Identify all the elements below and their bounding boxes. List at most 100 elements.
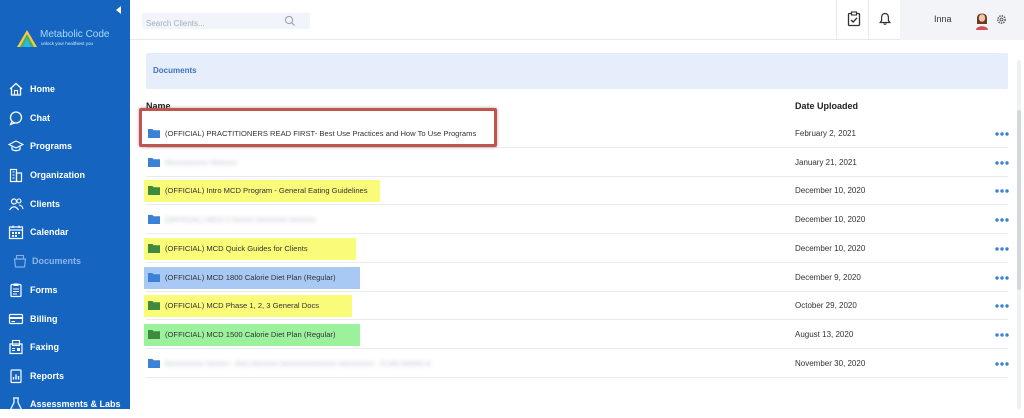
date-uploaded: December 10, 2020 xyxy=(795,186,866,196)
date-uploaded: January 21, 2021 xyxy=(795,157,857,167)
date-uploaded: December 10, 2020 xyxy=(795,243,866,253)
bell-icon[interactable] xyxy=(877,11,893,27)
document-name[interactable]: (OFFICIAL) MCD Quick Guides for Clients xyxy=(165,244,308,253)
folder-icon xyxy=(148,358,160,368)
document-icon xyxy=(13,254,27,268)
folder-icon xyxy=(148,157,160,167)
logo-mark-icon xyxy=(17,30,37,47)
sidebar-item-label: Reports xyxy=(30,371,65,381)
search-icon[interactable] xyxy=(284,15,296,27)
date-uploaded: December 9, 2020 xyxy=(795,272,861,282)
table-row[interactable]: Nnnnnnnnn Nnnnn - Nnn Nnnnnn Nnnnnnnnnnn… xyxy=(146,349,1009,378)
folder-icon xyxy=(148,186,160,196)
more-options-icon[interactable] xyxy=(995,304,1009,308)
tasks-checkbox-icon[interactable] xyxy=(846,11,862,27)
sidebar-item-home[interactable]: Home xyxy=(0,75,130,103)
document-name[interactable]: (OFFICIAL) MCD 1800 Calorie Diet Plan (R… xyxy=(165,273,336,282)
column-header-date-uploaded[interactable]: Date Uploaded xyxy=(795,101,858,111)
flask-icon xyxy=(9,397,23,411)
date-uploaded: October 29, 2020 xyxy=(795,301,857,311)
sidebar-item-label: Faxing xyxy=(30,342,60,352)
graduation-cap-icon xyxy=(8,140,24,152)
table-row[interactable]: (OFFICIAL) MCD Phase 1, 2, 3 General Doc… xyxy=(144,291,1009,321)
sidebar-item-label: Forms xyxy=(30,285,58,295)
callout-highlight-box xyxy=(139,108,497,147)
table-row[interactable]: (OFFICIAL) MCD Quick Guides for Clients D… xyxy=(144,234,1009,263)
people-icon xyxy=(9,198,24,211)
sidebar-item-billing[interactable]: Billing xyxy=(0,305,130,333)
document-name[interactable]: (OFFICIAL) MCD Phase 1, 2, 3 General Doc… xyxy=(165,301,319,310)
user-menu[interactable]: Inna xyxy=(900,0,1024,40)
sidebar-item-label: Chat xyxy=(30,113,50,123)
documents-header-title: Documents xyxy=(153,66,197,75)
document-name[interactable]: Nnnnnnnnn Nnnnn - Nnn Nnnnnn Nnnnnnnnnnn… xyxy=(165,359,431,368)
more-options-icon[interactable] xyxy=(995,132,1009,136)
folder-icon xyxy=(148,243,160,253)
collapse-sidebar-icon[interactable] xyxy=(116,6,121,14)
topbar-divider xyxy=(836,0,837,40)
topbar: Inna xyxy=(130,0,1024,40)
chat-icon xyxy=(9,111,23,126)
folder-icon xyxy=(148,329,160,339)
more-options-icon[interactable] xyxy=(995,160,1009,165)
table-row[interactable]: (OFFICIAL) Intro MCD Program - General E… xyxy=(144,176,1009,206)
documents-header: Documents xyxy=(146,53,1008,89)
more-options-icon[interactable] xyxy=(995,275,1009,280)
sidebar-item-label: Organization xyxy=(30,170,86,180)
clipboard-icon xyxy=(10,283,22,298)
avatar[interactable] xyxy=(974,10,990,30)
documents-panel: Documents Name Date Uploaded (OFFICIAL) … xyxy=(130,40,1024,409)
date-uploaded: December 10, 2020 xyxy=(795,215,866,225)
scrollbar[interactable] xyxy=(1017,60,1021,409)
sidebar-item-forms[interactable]: Forms xyxy=(0,276,130,304)
sidebar-item-chat[interactable]: Chat xyxy=(0,104,130,132)
sidebar-item-label: Documents xyxy=(32,256,82,266)
sidebar-item-label: Calendar xyxy=(30,227,69,237)
document-name[interactable]: Nnnnnnnnnn Nnnnnn xyxy=(165,158,237,167)
search-input[interactable] xyxy=(142,15,282,32)
gear-icon[interactable] xyxy=(996,14,1007,25)
sidebar-item-reports[interactable]: Reports xyxy=(0,362,130,390)
date-uploaded: August 13, 2020 xyxy=(795,329,854,339)
folder-icon xyxy=(148,301,160,311)
more-options-icon[interactable] xyxy=(995,247,1009,251)
folder-icon xyxy=(148,215,160,225)
sidebar: Metabolic Code unlock your healthiest yo… xyxy=(0,0,130,411)
sidebar-item-organization[interactable]: Organization xyxy=(0,161,130,189)
more-options-icon[interactable] xyxy=(995,218,1009,222)
document-name[interactable]: (OFFICIAL) MCD 5 Nnnnn Nnnnnnn Nnnnnn xyxy=(165,215,316,224)
more-options-icon[interactable] xyxy=(995,361,1009,366)
sidebar-item-faxing[interactable]: Faxing xyxy=(0,333,130,361)
table-row[interactable]: (OFFICIAL) MCD 1500 Calorie Diet Plan (R… xyxy=(144,320,1009,349)
table-row[interactable]: (OFFICIAL) MCD 1800 Calorie Diet Plan (R… xyxy=(144,263,1009,292)
sidebar-item-programs[interactable]: Programs xyxy=(0,132,130,160)
table-row[interactable]: Nnnnnnnnnn Nnnnnn January 21, 2021 xyxy=(146,148,1009,177)
sidebar-item-clients[interactable]: Clients xyxy=(0,190,130,218)
folder-icon xyxy=(148,272,160,282)
search-box[interactable] xyxy=(142,13,310,32)
report-icon xyxy=(10,369,22,384)
credit-card-icon xyxy=(8,313,24,325)
scrollbar-thumb[interactable] xyxy=(1017,110,1021,290)
table-row[interactable]: (OFFICIAL) MCD 5 Nnnnn Nnnnnnn Nnnnnn Dec… xyxy=(146,205,1009,235)
sidebar-item-calendar[interactable]: Calendar xyxy=(0,218,130,246)
sidebar-item-assessments-labs[interactable]: Assessments & Labs xyxy=(0,390,130,418)
logo-tagline: unlock your healthiest you xyxy=(41,41,94,46)
date-uploaded: February 2, 2021 xyxy=(795,129,856,138)
sidebar-item-label: Clients xyxy=(30,199,61,209)
sidebar-item-documents[interactable]: Documents xyxy=(0,247,130,275)
calendar-icon xyxy=(8,225,24,240)
more-options-icon[interactable] xyxy=(995,333,1009,337)
sidebar-item-label: Billing xyxy=(30,314,58,324)
sidebar-item-label: Home xyxy=(30,84,56,94)
building-icon xyxy=(9,168,23,183)
document-name[interactable]: (OFFICIAL) Intro MCD Program - General E… xyxy=(165,186,368,195)
more-options-icon[interactable] xyxy=(995,189,1009,194)
document-name[interactable]: (OFFICIAL) MCD 1500 Calorie Diet Plan (R… xyxy=(165,330,336,339)
logo-name: Metabolic Code xyxy=(40,29,110,40)
home-icon xyxy=(9,82,23,96)
sidebar-item-label: Programs xyxy=(30,141,73,151)
user-name: Inna xyxy=(934,14,952,24)
date-uploaded: November 30, 2020 xyxy=(795,358,866,368)
fax-icon xyxy=(9,339,23,355)
